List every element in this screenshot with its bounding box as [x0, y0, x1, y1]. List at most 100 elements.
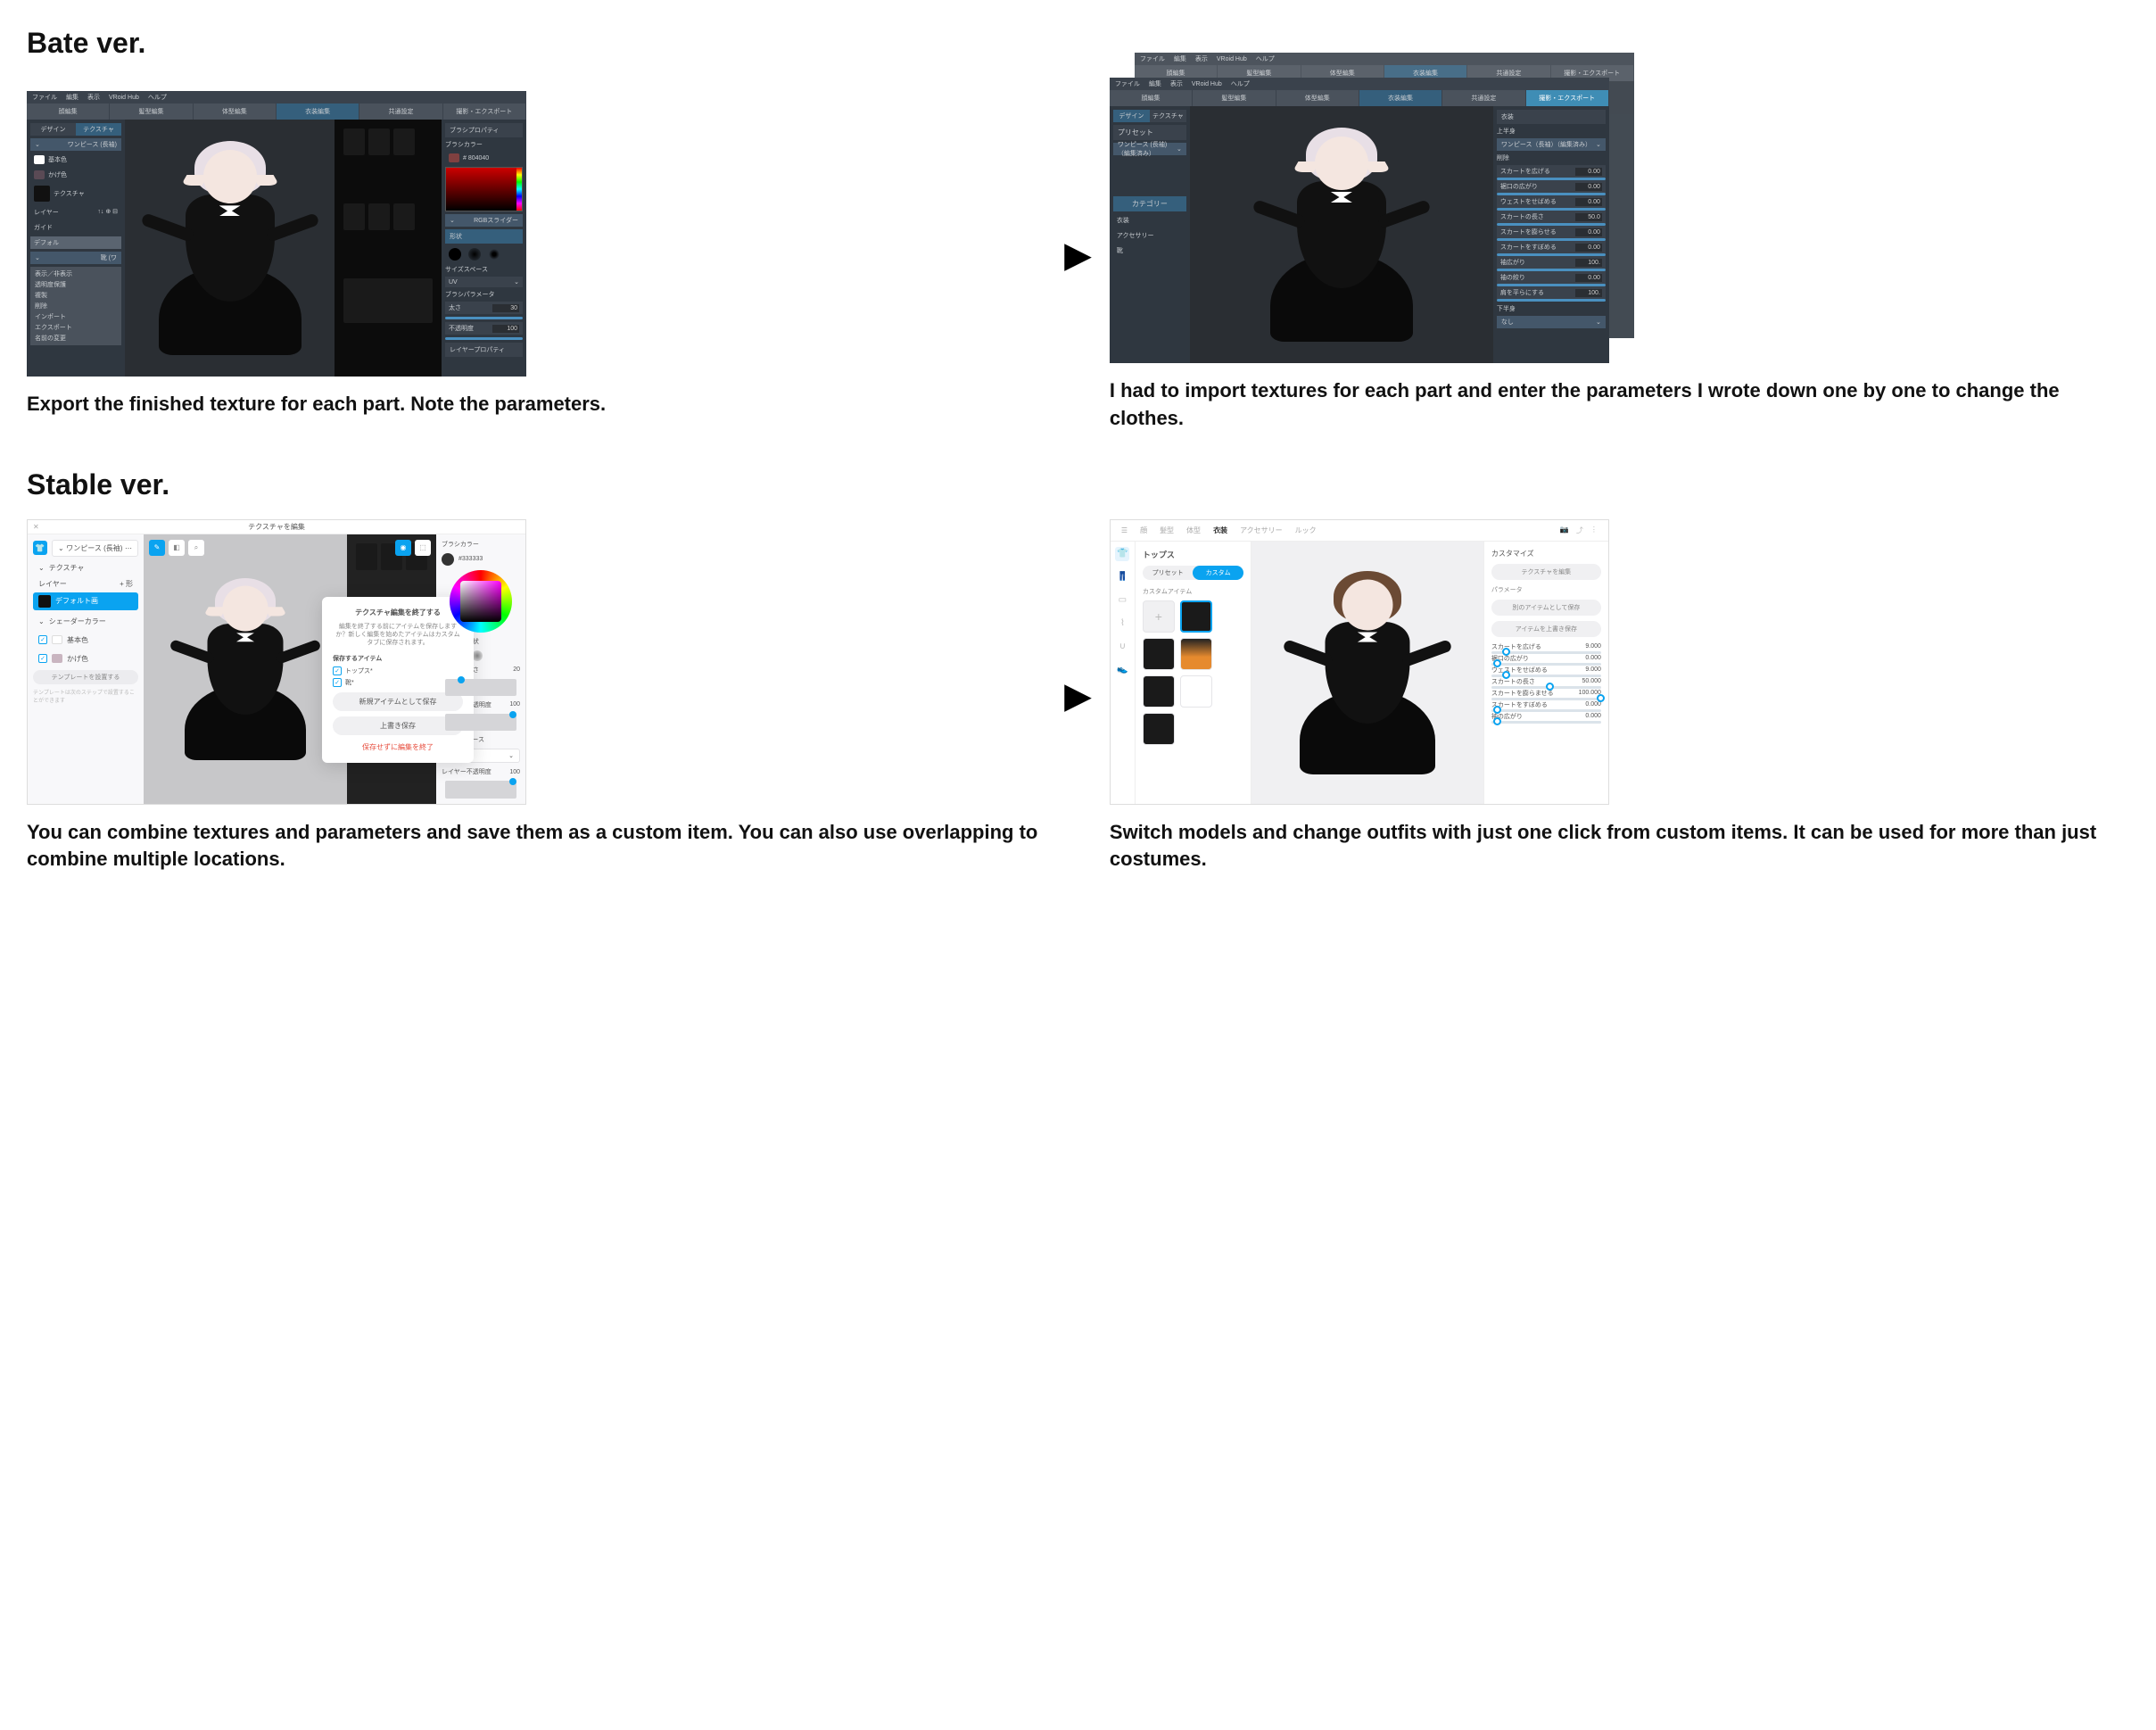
ctx-duplicate[interactable]: 複製 — [35, 291, 117, 300]
tab-body[interactable]: 体型 — [1186, 526, 1201, 535]
add-item-button[interactable]: + — [1143, 600, 1175, 633]
item-thumb-3[interactable] — [1180, 638, 1212, 670]
cat-accessory[interactable]: アクセサリー — [1113, 229, 1186, 242]
tab-face[interactable]: 顔編集 — [1110, 90, 1193, 106]
picker-tool-icon[interactable]: ⌕ — [188, 540, 204, 556]
tab-costume[interactable]: 衣装編集 — [277, 103, 359, 120]
upper-dropdown[interactable]: ワンピース（長袖）（編集済み） ⌄ — [1497, 138, 1606, 151]
subtab-texture[interactable]: テクスチャ — [1150, 110, 1186, 122]
add-shape-button[interactable]: + 形 — [120, 579, 133, 589]
param-input[interactable] — [1575, 289, 1602, 297]
shade-color-row[interactable]: かげ色 — [30, 169, 121, 181]
close-icon[interactable]: ✕ — [33, 523, 39, 531]
uv-texture-view[interactable] — [335, 120, 442, 377]
thickness-input[interactable] — [492, 304, 519, 312]
param-slider[interactable] — [1491, 698, 1601, 700]
param-input[interactable] — [1575, 228, 1602, 236]
mode-b-icon[interactable]: ⬚ — [415, 540, 431, 556]
viewport[interactable]: ⬉ ✎ ◧ ✦ — [125, 120, 442, 377]
tab-common[interactable]: 共通設定 — [359, 103, 442, 120]
param-input[interactable] — [1575, 198, 1602, 206]
brush-color-value[interactable]: # 804040 — [445, 152, 523, 164]
param-slider[interactable] — [1491, 651, 1601, 654]
item-thumb-1[interactable] — [1180, 600, 1212, 633]
brush-tool-icon[interactable]: ✎ — [149, 540, 165, 556]
tab-body[interactable]: 体型編集 — [1276, 90, 1359, 106]
tab-accessory[interactable]: アクセサリー — [1240, 526, 1283, 535]
part-dropdown[interactable]: ⌄ ワンピース (長袖) ⋯ — [52, 540, 138, 557]
uv-select[interactable]: UV⌄ — [445, 277, 523, 287]
tab-face[interactable]: 顔編集 — [27, 103, 110, 120]
nav-shoes-icon[interactable]: 👟 — [1115, 663, 1129, 677]
delete-label[interactable]: 削除 — [1497, 153, 1606, 162]
nav-socks-icon[interactable]: ∪ — [1115, 640, 1129, 654]
viewport[interactable] — [1251, 542, 1483, 804]
brush-size-slider[interactable] — [445, 679, 516, 696]
mode-a-icon[interactable]: ◉ — [395, 540, 411, 556]
save-overwrite-button[interactable]: 上書き保存 — [333, 716, 463, 735]
cat-costume[interactable]: 衣装 — [1113, 214, 1186, 227]
menu-file[interactable]: ファイル — [32, 93, 57, 102]
param-slider[interactable] — [1491, 675, 1601, 677]
color-box[interactable] — [460, 581, 501, 622]
ctx-toggle[interactable]: 表示／非表示 — [35, 269, 117, 278]
checkbox-icon[interactable]: ✓ — [38, 635, 47, 644]
item-thumb-2[interactable] — [1143, 638, 1175, 670]
tab-costume[interactable]: 衣装編集 — [1359, 90, 1442, 106]
texture-row[interactable]: テクスチャ — [30, 184, 121, 203]
param-input[interactable] — [1575, 168, 1602, 176]
menu-file[interactable]: ファイル — [1115, 79, 1140, 88]
nav-inner-icon[interactable]: ▭ — [1115, 593, 1129, 608]
texture-group[interactable]: ⌄ テクスチャ — [33, 560, 138, 575]
subtab-design[interactable]: デザイン — [1113, 110, 1150, 122]
cat-shoes[interactable]: 靴 — [1113, 244, 1186, 257]
menu-edit[interactable]: 編集 — [66, 93, 78, 102]
color-picker[interactable] — [445, 167, 523, 211]
nav-shirt-icon[interactable]: 👕 — [1115, 547, 1129, 561]
check-shoes[interactable]: ✓靴* — [333, 678, 463, 687]
ctx-rename[interactable]: 名前の変更 — [35, 334, 117, 343]
check-tops[interactable]: ✓トップス* — [333, 666, 463, 675]
color-wheel[interactable] — [450, 570, 512, 633]
subtab-texture[interactable]: テクスチャ — [76, 123, 121, 136]
opacity-input[interactable] — [492, 325, 519, 333]
param-slider[interactable] — [1491, 663, 1601, 666]
param-input[interactable] — [1575, 259, 1602, 267]
param-input[interactable] — [1575, 183, 1602, 191]
tab-export[interactable]: 撮影・エクスポート — [443, 103, 526, 120]
menu-help[interactable]: ヘルプ — [148, 93, 167, 102]
menu-vroidhub[interactable]: VRoid Hub — [109, 95, 139, 101]
param-input[interactable] — [1575, 274, 1602, 282]
shade-color-check[interactable]: ✓ かげ色 — [33, 651, 138, 666]
lower-dropdown[interactable]: なし ⌄ — [1497, 316, 1606, 328]
pill-custom[interactable]: カスタム — [1193, 566, 1243, 580]
layer-opacity-slider[interactable] — [445, 781, 516, 798]
menu-view[interactable]: 表示 — [1170, 79, 1183, 88]
item-thumb-4[interactable] — [1143, 675, 1175, 708]
template-button[interactable]: テンプレートを設置する — [33, 670, 138, 684]
ctx-delete[interactable]: 削除 — [35, 302, 117, 310]
discard-link[interactable]: 保存せずに編集を終了 — [333, 742, 463, 752]
upload-icon[interactable]: ⤴ — [1576, 526, 1583, 535]
base-color-check[interactable]: ✓ 基本色 — [33, 633, 138, 648]
tab-body[interactable]: 体型編集 — [194, 103, 277, 120]
shoes-group[interactable]: ⌄ 靴 (ワ — [30, 252, 121, 264]
thickness-slider[interactable] — [445, 317, 523, 319]
item-thumb-5[interactable] — [1180, 675, 1212, 708]
base-color-row[interactable]: 基本色 — [30, 153, 121, 166]
overwrite-button[interactable]: アイテムを上書き保存 — [1491, 621, 1601, 637]
param-slider[interactable] — [1491, 709, 1601, 712]
nav-pants-icon[interactable]: 👖 — [1115, 570, 1129, 584]
tab-hair[interactable]: 髪型 — [1160, 526, 1174, 535]
brush-opacity-slider[interactable] — [445, 714, 516, 731]
shape-soft-icon[interactable] — [468, 248, 481, 261]
ctx-import[interactable]: インポート — [35, 312, 117, 321]
tab-hair[interactable]: 髪型編集 — [1193, 90, 1276, 106]
save-new-button[interactable]: 新規アイテムとして保存 — [333, 692, 463, 711]
hue-slider[interactable] — [516, 168, 522, 211]
more-icon[interactable]: ⋮ — [1590, 526, 1598, 535]
menu-vroidhub[interactable]: VRoid Hub — [1192, 81, 1222, 87]
ctx-export[interactable]: エクスポート — [35, 323, 117, 332]
layer-controls[interactable]: ↑↓ ⊕ ⊟ — [97, 208, 118, 217]
menu-edit[interactable]: 編集 — [1149, 79, 1161, 88]
